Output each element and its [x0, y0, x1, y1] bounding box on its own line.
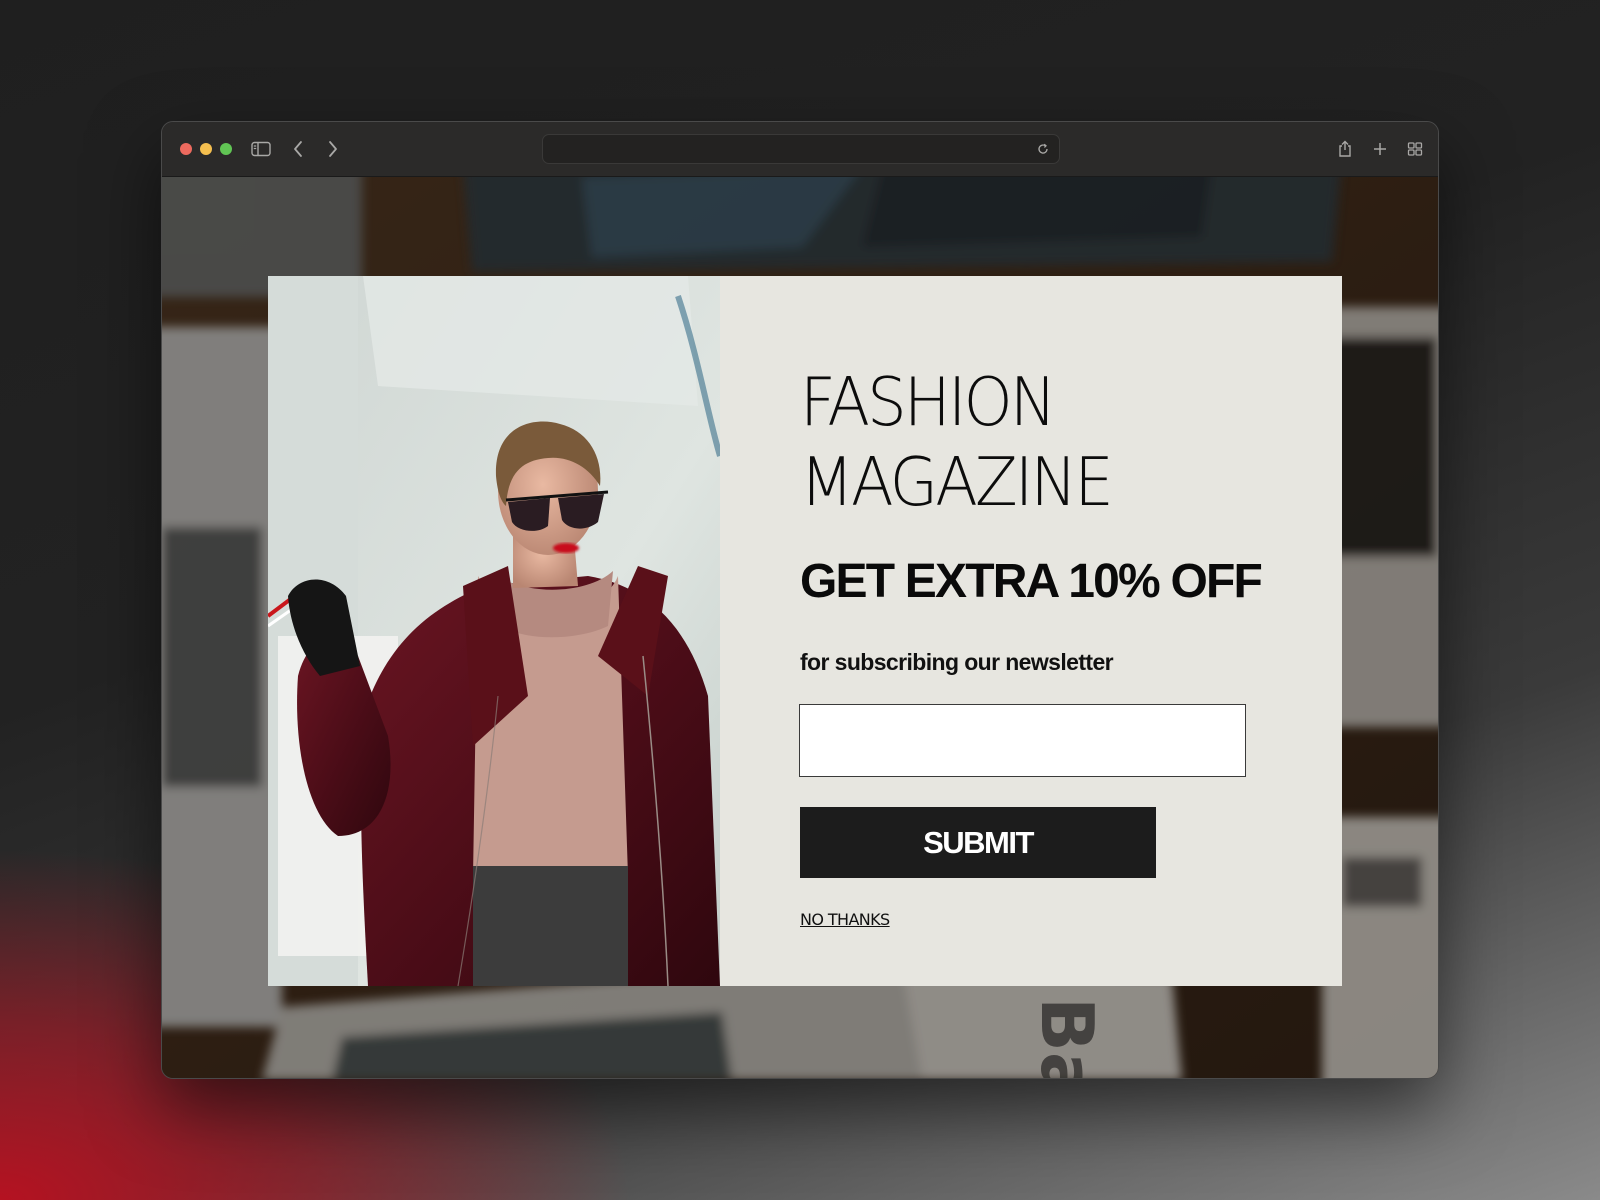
- fashion-model-photo: [268, 276, 720, 986]
- submit-button[interactable]: SUBMIT: [800, 807, 1156, 878]
- magazine-title-line-2: MAGAZINE: [800, 443, 1114, 521]
- new-tab-plus-icon[interactable]: [1367, 136, 1393, 162]
- no-thanks-link[interactable]: NO THANKS: [800, 910, 890, 929]
- discount-offer-heading: GET EXTRA 10% OFF: [800, 555, 1263, 608]
- email-input[interactable]: [799, 704, 1246, 777]
- browser-toolbar: [162, 122, 1438, 177]
- magazine-title-line-1: FASHION: [800, 363, 1056, 441]
- popup-text-panel: FASHION MAGAZINE GET EXTRA 10% OFF for s…: [720, 276, 1342, 986]
- minimize-window-button[interactable]: [200, 143, 212, 155]
- reload-icon[interactable]: [1033, 139, 1053, 159]
- magazine-title: FASHION MAGAZINE: [800, 362, 1114, 522]
- newsletter-popup: FASHION MAGAZINE GET EXTRA 10% OFF for s…: [268, 276, 1342, 986]
- sidebar-icon[interactable]: [248, 136, 274, 162]
- offer-subtitle: for subscribing our newsletter: [800, 649, 1114, 675]
- page-content: Ba: [162, 177, 1438, 1078]
- forward-chevron-icon[interactable]: [320, 136, 346, 162]
- address-bar[interactable]: [542, 134, 1060, 164]
- zoom-window-button[interactable]: [220, 143, 232, 155]
- tab-overview-icon[interactable]: [1402, 136, 1428, 162]
- back-chevron-icon[interactable]: [285, 136, 311, 162]
- close-window-button[interactable]: [180, 143, 192, 155]
- share-icon[interactable]: [1332, 136, 1358, 162]
- browser-window: Ba: [161, 121, 1439, 1079]
